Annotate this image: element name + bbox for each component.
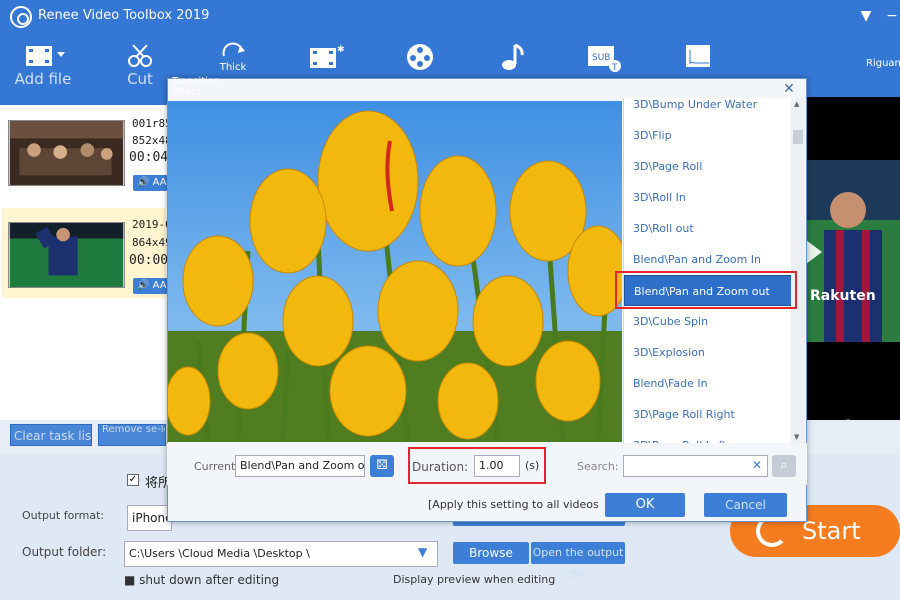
audio-track-label: AA xyxy=(152,177,167,188)
minimize-icon[interactable]: − xyxy=(881,5,900,27)
music-button[interactable] xyxy=(494,42,530,72)
add-file-label: Add file xyxy=(14,70,72,88)
remove-selected-button[interactable]: Remove se-lected xyxy=(98,424,166,446)
browse-button[interactable]: Browse xyxy=(453,542,529,564)
duration-label: Duration: xyxy=(412,460,469,474)
app-title: Renee Video Toolbox 2019 xyxy=(38,8,210,23)
effect-item[interactable]: 3D\Explosion xyxy=(624,337,791,368)
dialog-title: Transition effect xyxy=(172,76,221,98)
user-label: Riguan xyxy=(866,58,900,69)
svg-text:T: T xyxy=(611,63,618,72)
cancel-button[interactable]: Cancel xyxy=(704,493,787,517)
image-button[interactable] xyxy=(680,42,716,70)
effect-item[interactable]: 3D\Roll In xyxy=(624,182,791,213)
ok-button[interactable]: OK xyxy=(605,493,685,517)
rotate-icon xyxy=(222,42,245,57)
effect-item[interactable]: Blend\Fade In xyxy=(624,368,791,399)
task-duration: 00:00 xyxy=(129,253,169,268)
output-format-label: Output format: xyxy=(22,509,105,522)
audio-track-label: AA xyxy=(152,280,167,291)
apply-checkbox[interactable]: ✓ xyxy=(127,474,139,486)
shutdown-label: shut down after editing xyxy=(139,573,280,587)
duration-input[interactable]: 1.00 xyxy=(474,455,520,477)
clear-task-list-button[interactable]: Clear task list xyxy=(10,424,92,446)
scissors-icon xyxy=(128,44,152,67)
audio-track-button[interactable]: 🔊 AA xyxy=(133,175,168,191)
clear-search-icon[interactable]: ✕ xyxy=(752,458,762,472)
scrollbar-thumb[interactable] xyxy=(793,130,803,144)
current-effect-field[interactable]: Blend\Pan and Zoom out xyxy=(235,455,365,477)
effects-button[interactable]: ✱ xyxy=(306,42,346,70)
task-name: 2019-0 xyxy=(132,218,172,231)
task-resolution: 864x49 xyxy=(132,236,172,249)
subtitle-button[interactable]: SUB T xyxy=(584,42,624,72)
preview-frame: Rakuten xyxy=(806,160,900,342)
video-thumbnail xyxy=(8,222,125,288)
current-label: Current: xyxy=(194,460,240,473)
thick-label: Thick xyxy=(219,62,247,73)
effect-item[interactable]: 3D\Roll out xyxy=(624,213,791,244)
output-format-select[interactable]: iPhone xyxy=(127,505,173,531)
effect-item[interactable]: 3D\Flip xyxy=(624,120,791,151)
add-file-button[interactable]: Add file xyxy=(10,42,76,88)
effect-item[interactable]: 3D\Page Roll Right xyxy=(624,399,791,430)
search-label: Search: xyxy=(577,460,619,473)
chevron-down-icon[interactable]: ▼ xyxy=(418,545,427,559)
output-folder-input[interactable]: C:\Users \Cloud Media \Desktop \ xyxy=(124,541,438,567)
transition-preview-image xyxy=(168,101,622,442)
task-resolution: 852x48 xyxy=(132,134,172,147)
apply-all-label: Apply this setting to all videos xyxy=(432,498,599,511)
search-icon[interactable]: ⌕ xyxy=(772,455,796,477)
audio-track-button[interactable]: 🔊 AA xyxy=(133,278,168,294)
video-thumbnail xyxy=(8,120,125,186)
effect-item[interactable]: 3D\Page Roll xyxy=(624,151,791,182)
svg-text:SUB: SUB xyxy=(592,53,610,63)
svg-text:✱: ✱ xyxy=(337,45,345,55)
effect-item[interactable]: 3D\Page Roll Left xyxy=(624,430,791,443)
random-dice-icon[interactable]: ⚄ xyxy=(370,455,394,477)
subtitle-icon: SUB T xyxy=(588,46,621,72)
image-icon xyxy=(686,45,710,67)
selected-effect-highlight xyxy=(615,271,797,309)
search-input[interactable] xyxy=(623,455,768,477)
scroll-down-icon[interactable]: ▼ xyxy=(794,433,799,441)
svg-text:Rakuten: Rakuten xyxy=(810,288,876,304)
open-output-folder-button[interactable]: Open the output file xyxy=(531,542,625,581)
cut-label: Cut xyxy=(127,70,153,88)
film-reel-icon xyxy=(407,44,433,70)
display-preview-label[interactable]: Display preview when editing xyxy=(393,573,555,586)
app-logo-icon xyxy=(10,6,32,28)
menu-dropdown-icon[interactable]: ▼ xyxy=(855,5,877,27)
effect-item[interactable]: 3D\Bump Under Water xyxy=(624,98,791,120)
apply-all-option[interactable]: [Apply this setting to all videos xyxy=(428,498,599,511)
music-note-icon xyxy=(502,43,524,70)
effect-item[interactable]: 3D\Cube Spin xyxy=(624,306,791,337)
output-folder-label: Output folder: xyxy=(22,545,107,559)
watermark-button[interactable] xyxy=(400,42,440,72)
film-add-icon xyxy=(26,46,65,66)
start-label: Start xyxy=(802,517,861,545)
thick-button[interactable]: Thick xyxy=(212,42,254,73)
scroll-up-icon[interactable]: ▲ xyxy=(794,100,799,108)
duration-unit: (s) xyxy=(525,459,540,472)
film-effects-icon: ✱ xyxy=(310,45,345,68)
cut-button[interactable]: Cut xyxy=(112,42,168,88)
close-icon[interactable]: ✕ xyxy=(780,80,798,98)
shutdown-option[interactable]: ■ shut down after editing xyxy=(124,573,279,587)
task-name: 001r85 xyxy=(132,117,172,130)
